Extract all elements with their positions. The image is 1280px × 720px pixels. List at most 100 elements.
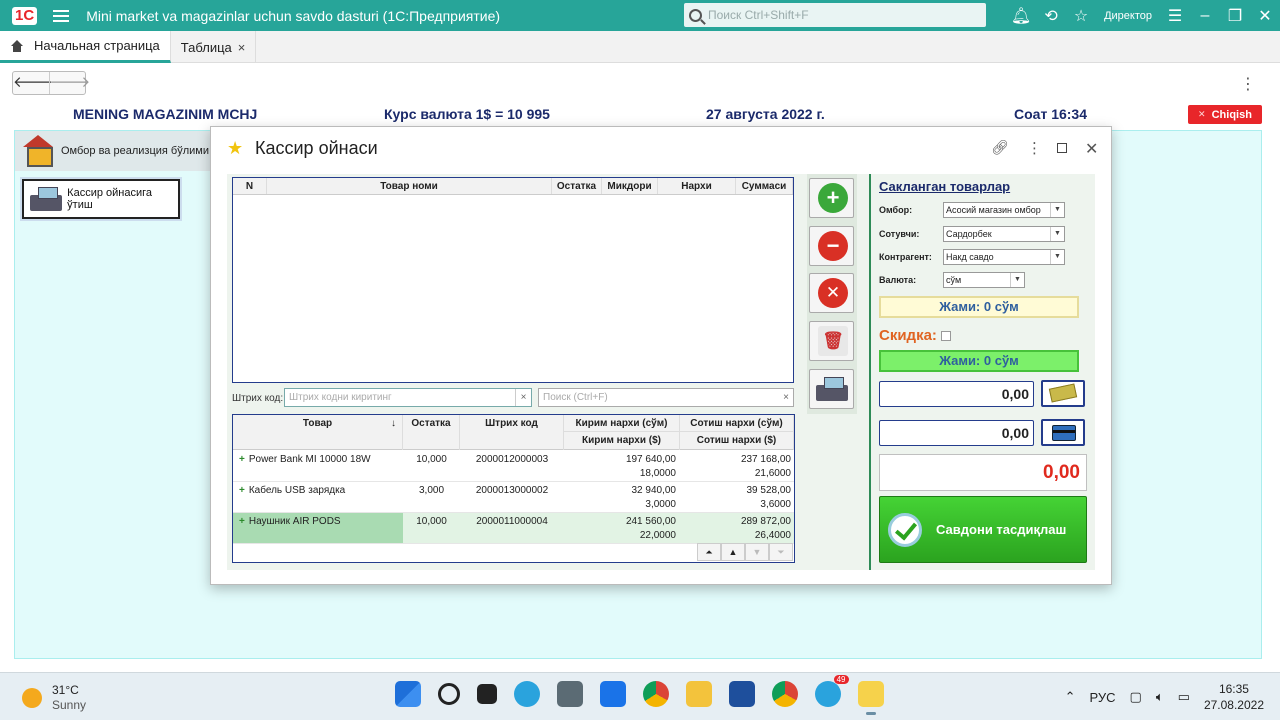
chevron-down-icon[interactable]: ▼: [1050, 250, 1064, 264]
col-buy-usd[interactable]: Кирим нархи ($): [564, 432, 680, 450]
card-amount-input[interactable]: 0,00: [879, 420, 1034, 446]
add-icon[interactable]: +: [239, 516, 245, 527]
col-price[interactable]: Нархи: [658, 178, 736, 194]
chevron-down-icon[interactable]: ▼: [1050, 227, 1064, 241]
search-icon: [689, 8, 702, 22]
chevron-down-icon[interactable]: ▼: [1010, 273, 1024, 287]
dialog-more-icon[interactable]: ⋮: [1027, 139, 1042, 157]
telegram-icon[interactable]: 49: [814, 675, 849, 707]
settings-menu-icon[interactable]: ☰: [1160, 6, 1190, 26]
dialog-close-icon[interactable]: ✕: [1085, 139, 1098, 159]
col-sell-uzs[interactable]: Сотиш нархи (сўм): [680, 415, 794, 432]
minimize-icon[interactable]: –: [1190, 7, 1220, 25]
product-search-input[interactable]: Поиск (Ctrl+F) ×: [538, 388, 794, 407]
cart-table[interactable]: N Товар номи Остатка Микдори Нархи Сумма…: [232, 177, 794, 383]
clear-barcode-icon[interactable]: ×: [515, 389, 531, 406]
product-row-selected[interactable]: + Наушник AIR PODS 10,000 2000011000004 2…: [233, 513, 794, 544]
prev-page-button[interactable]: ▲: [721, 543, 745, 561]
maximize-icon[interactable]: [1057, 143, 1067, 153]
total-amount: Жами: 0 сўм: [879, 296, 1079, 318]
products-table[interactable]: Товар ↓ Остатка Штрих код Кирим нархи (с…: [232, 414, 795, 563]
clear-cart-button[interactable]: 🗑︎: [809, 321, 854, 361]
file-explorer-icon[interactable]: [685, 681, 712, 707]
discount-checkbox[interactable]: [940, 331, 951, 342]
confirm-sale-button[interactable]: Савдони тасдиқлаш: [879, 496, 1087, 563]
history-icon[interactable]: ⟲: [1036, 6, 1066, 26]
barcode-input[interactable]: Штрих кодни киритинг ×: [284, 388, 532, 407]
remove-item-button[interactable]: −: [809, 226, 854, 266]
menu-icon[interactable]: [53, 9, 70, 22]
delete-item-button[interactable]: ✕: [809, 273, 854, 313]
link-icon[interactable]: 🔗︎: [991, 139, 1009, 156]
back-button[interactable]: 🡐: [13, 72, 53, 94]
product-name: + Power Bank MI 10000 18W: [239, 454, 371, 465]
counterparty-select[interactable]: Накд савдо ▼: [943, 249, 1065, 265]
next-page-button[interactable]: ▼: [745, 543, 769, 561]
exit-button[interactable]: ✕ Chiqish: [1188, 105, 1262, 124]
product-row[interactable]: + Кабель USB зарядка 3,000 2000013000002 …: [233, 482, 794, 513]
favorite-star-icon[interactable]: ★: [227, 138, 243, 159]
clear-search-icon[interactable]: ×: [779, 389, 793, 406]
seller-select[interactable]: Сардорбек ▼: [943, 226, 1065, 242]
cashier-window-link[interactable]: Кассир ойнасига ўтиш: [22, 179, 180, 219]
volume-icon[interactable]: 🔈︎: [1156, 689, 1164, 705]
trash-icon: 🗑︎: [818, 326, 848, 356]
1c-logo: 1С: [12, 6, 38, 25]
more-icon[interactable]: ⋮: [1240, 74, 1256, 94]
warehouse-select[interactable]: Асосий магазин омбор ▼: [943, 202, 1065, 218]
col-barcode[interactable]: Штрих код: [460, 415, 564, 450]
add-icon[interactable]: +: [239, 485, 245, 496]
add-icon[interactable]: +: [239, 454, 245, 465]
saved-items-link[interactable]: Сакланган товарлар: [879, 179, 1010, 194]
col-sum[interactable]: Суммаси: [736, 178, 793, 194]
col-buy-uzs[interactable]: Кирим нархи (сўм): [564, 415, 680, 432]
clock[interactable]: 16:35 27.08.2022: [1204, 681, 1264, 713]
network-app-icon[interactable]: [728, 681, 755, 707]
col-qty[interactable]: Микдори: [602, 178, 658, 194]
bell-icon[interactable]: 🔔︎: [1006, 6, 1036, 26]
discount-label: Скидка:: [879, 327, 937, 344]
weather-widget[interactable]: 31°C Sunny: [22, 683, 86, 713]
currency-select[interactable]: сўм ▼: [943, 272, 1025, 288]
global-search-placeholder: Поиск Ctrl+Shift+F: [708, 8, 809, 22]
add-item-button[interactable]: +: [809, 178, 854, 218]
product-row[interactable]: + Power Bank MI 10000 18W 10,000 20000120…: [233, 451, 794, 482]
cash-amount-input[interactable]: 0,00: [879, 381, 1034, 407]
cash-register-button[interactable]: [809, 369, 854, 409]
tab-home[interactable]: Начальная страница: [0, 31, 171, 63]
close-window-icon[interactable]: ✕: [1250, 6, 1280, 26]
col-n[interactable]: N: [233, 178, 267, 194]
battery-icon[interactable]: ▭: [1178, 689, 1190, 705]
last-page-button[interactable]: ⏷: [769, 543, 793, 561]
task-view-icon[interactable]: [476, 684, 497, 704]
1c-app-icon[interactable]: [857, 681, 884, 715]
col-sell-usd[interactable]: Сотиш нархи ($): [680, 432, 794, 450]
chrome-icon[interactable]: [642, 681, 669, 707]
global-search-input[interactable]: Поиск Ctrl+Shift+F: [684, 3, 986, 27]
store-icon[interactable]: [599, 681, 626, 707]
forward-button[interactable]: 🡒: [49, 72, 90, 94]
language-indicator[interactable]: РУС: [1089, 690, 1115, 705]
col-product-name[interactable]: Товар номи: [267, 178, 552, 194]
tab-table[interactable]: Таблица ×: [171, 31, 257, 63]
section-warehouse[interactable]: Омбор ва реализция бўлими: [15, 131, 215, 171]
display-icon[interactable]: ▢: [1130, 689, 1142, 705]
chevron-down-icon[interactable]: ▼: [1050, 203, 1064, 217]
card-payment-button[interactable]: [1041, 419, 1085, 446]
col-stock[interactable]: Остатка: [403, 415, 460, 450]
user-name[interactable]: Директор: [1104, 10, 1152, 22]
tab-close-icon[interactable]: ×: [238, 40, 246, 55]
restore-icon[interactable]: ❐: [1220, 6, 1250, 26]
search-icon[interactable]: [437, 683, 460, 705]
first-page-button[interactable]: ⏶: [697, 543, 721, 561]
chevron-up-icon[interactable]: ⌃: [1065, 689, 1076, 705]
calculator-icon[interactable]: [556, 681, 583, 707]
star-icon[interactable]: ☆: [1066, 6, 1096, 26]
cash-payment-button[interactable]: [1041, 380, 1085, 407]
start-icon[interactable]: [394, 681, 421, 707]
col-product[interactable]: Товар ↓: [233, 415, 403, 450]
col-stock[interactable]: Остатка: [552, 178, 602, 194]
telegram-icon[interactable]: [513, 681, 540, 707]
chrome-icon[interactable]: [771, 681, 798, 707]
sun-icon: [22, 688, 42, 708]
